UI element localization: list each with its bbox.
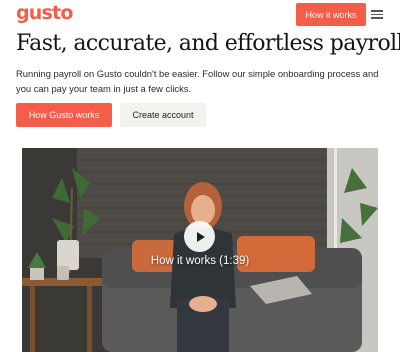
play-button[interactable] [184, 221, 215, 252]
create-account-button[interactable]: Create account [120, 103, 206, 127]
play-icon [196, 231, 205, 242]
how-gusto-works-button[interactable]: How Gusto works [16, 103, 112, 127]
site-header: gusto How it works [0, 0, 400, 30]
hamburger-menu-icon[interactable] [371, 10, 383, 19]
page-headline: Fast, accurate, and effortless payroll. [16, 31, 400, 56]
video-player[interactable]: How it works (1:39) [22, 148, 378, 352]
video-caption: How it works (1:39) [150, 255, 250, 267]
gusto-logo[interactable]: gusto [16, 1, 73, 25]
hero-subtext: Running payroll on Gusto couldn't be eas… [16, 68, 379, 94]
how-it-works-nav-button[interactable]: How it works [296, 3, 366, 26]
